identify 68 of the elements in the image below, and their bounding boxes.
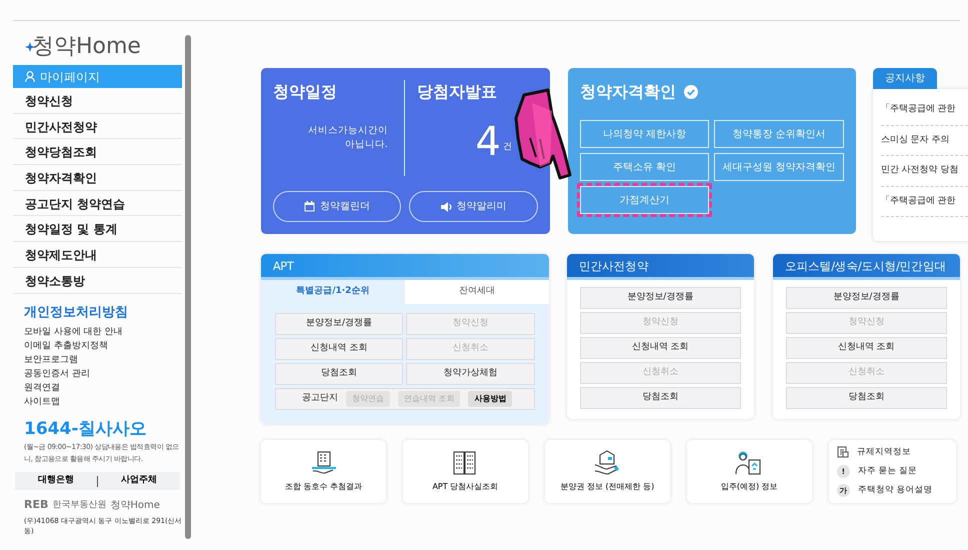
sidebar-menu-item[interactable]: 공고단지 청약연습: [13, 190, 182, 216]
count-unit: 건: [502, 140, 512, 154]
footer-link[interactable]: 이메일 추출방지정책: [24, 339, 182, 353]
practice-button[interactable]: 사용방법: [468, 391, 512, 407]
menu-button[interactable]: 당첨조회: [580, 387, 741, 409]
menu-button[interactable]: 신청내역 조회: [786, 337, 947, 359]
sidebar-menu-item[interactable]: 청약신청: [13, 88, 182, 114]
sidebar-menu-item[interactable]: 청약자격확인: [13, 165, 182, 191]
agency-logo: REB: [24, 497, 48, 513]
footer-button[interactable]: 사업주체: [98, 474, 180, 488]
person-with-document-icon: [735, 450, 764, 476]
phone-number: 1644-칠사사오: [24, 418, 148, 440]
building-in-hand-icon: [309, 450, 338, 476]
footer-link[interactable]: 보안프로그램: [24, 353, 182, 367]
menu-button[interactable]: 신청내역 조회: [274, 338, 404, 360]
policy-link[interactable]: 개인정보처리방침: [24, 302, 182, 322]
menu-button[interactable]: 청약가상체험: [406, 363, 535, 385]
info-link[interactable]: 규제지역정보: [856, 446, 911, 459]
user-icon: [25, 71, 35, 82]
scrollbar[interactable]: [184, 35, 191, 539]
site-logo[interactable]: 청약Home: [32, 33, 141, 61]
sidebar-menu-item[interactable]: 청약일정 및 통계: [13, 216, 182, 242]
sidebar-menu-item[interactable]: 민간사전청약: [13, 114, 182, 140]
quick-link-card[interactable]: 분양권 정보 (전매제한 등): [544, 440, 670, 503]
agency-name: 한국부동산원: [52, 498, 106, 512]
notice-tab[interactable]: 공지사항: [872, 68, 937, 89]
calendar-icon: [304, 201, 316, 212]
notice-item[interactable]: 스미싱 문자 주의: [880, 134, 950, 144]
sidebar-menu-item[interactable]: 청약소통방: [13, 268, 182, 294]
alarm-button[interactable]: 청약알리미: [409, 191, 538, 222]
footer-link[interactable]: 모바일 사용에 대한 안내: [24, 325, 182, 339]
menu-button[interactable]: 당첨조회: [274, 363, 404, 385]
quick-link-card[interactable]: APT 당첨사실조회: [402, 440, 528, 503]
service-message: 서비스가능시간이 아닙니다.: [306, 124, 388, 152]
menu-button[interactable]: 분양정보/경쟁률: [274, 313, 404, 335]
footer-button[interactable]: 대행은행: [15, 474, 97, 488]
quick-link-card[interactable]: 입주(예정) 정보: [686, 440, 812, 503]
menu-button[interactable]: 신청내역 조회: [580, 337, 741, 359]
notice-item[interactable]: 민간 사전청약 당첨: [880, 165, 959, 175]
info-link[interactable]: 주택청약 용어설명: [858, 484, 933, 497]
quick-link-card[interactable]: 조합 동호수 추첨결과: [260, 440, 386, 503]
winner-count: 4: [475, 122, 501, 162]
card-title: 당첨자발표: [416, 81, 498, 103]
site-logo: 청약Home: [110, 498, 160, 513]
menu-button[interactable]: 분양정보/경쟁률: [786, 287, 947, 309]
tab[interactable]: 잔여세대: [404, 280, 549, 304]
footer-link[interactable]: 공동인증서 관리: [24, 367, 182, 381]
star-icon: [25, 42, 35, 52]
menu-button[interactable]: 분양정보/경쟁률: [580, 287, 741, 309]
document-icon: [836, 446, 849, 458]
footer-link[interactable]: 원격연결: [24, 381, 182, 395]
card-title: 청약일정: [272, 81, 338, 103]
notice-item[interactable]: 「주택공급에 관한: [880, 104, 956, 114]
sidebar-menu-item[interactable]: 청약제도안내: [13, 242, 182, 268]
calendar-button[interactable]: 청약캘린더: [272, 191, 402, 222]
sidebar-menu-item[interactable]: 청약당첨조회: [13, 139, 182, 166]
footer-link[interactable]: 사이트맵: [24, 395, 182, 409]
info-link[interactable]: 자주 묻는 질문: [858, 464, 918, 478]
menu-button[interactable]: 당첨조회: [786, 387, 947, 409]
panel-title: 오피스텔/생숙/도시형/민간임대: [772, 254, 960, 280]
card-title: 청약자격확인: [580, 81, 676, 103]
panel-title: 민간사전청약: [566, 254, 754, 280]
speaker-icon: [440, 200, 452, 212]
panel-title: APT: [260, 254, 549, 280]
practice-label: 공고단지: [302, 392, 338, 406]
notice-item[interactable]: 「주택공급에 관한: [880, 196, 956, 206]
house-in-hand-icon: [593, 450, 622, 476]
check-icon: [684, 85, 698, 99]
